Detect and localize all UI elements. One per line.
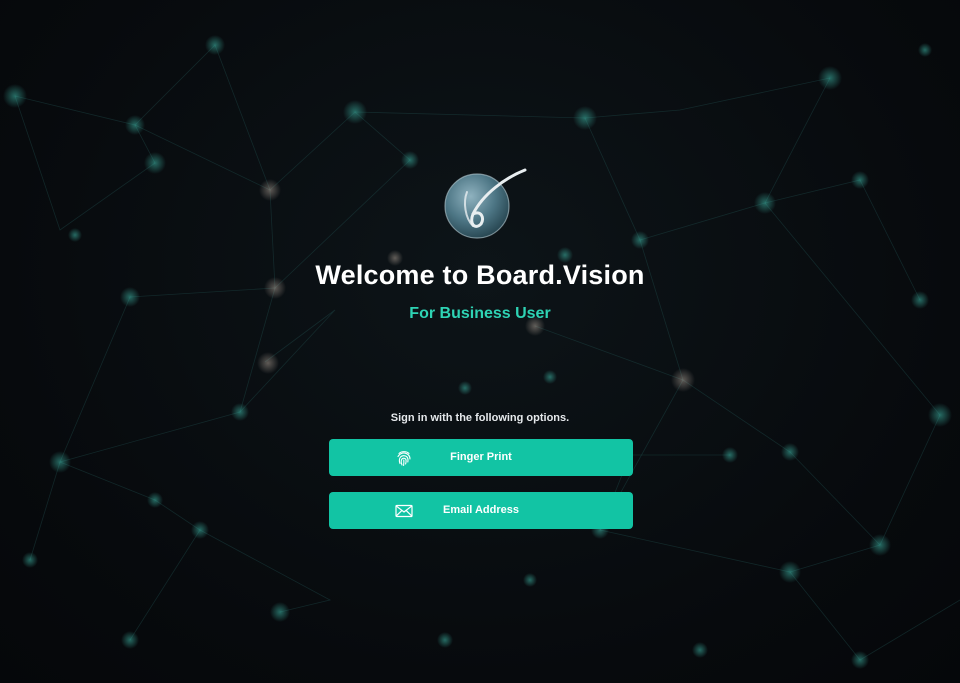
email-signin-label: Email Address [442, 504, 519, 516]
email-signin-button[interactable]: Email Address [329, 492, 633, 529]
network-background [3, 35, 960, 669]
page-title: Welcome to Board.Vision [315, 260, 645, 290]
signin-hint: Sign in with the following options. [390, 412, 570, 424]
fingerprint-signin-label: Finger Print [450, 451, 512, 463]
page-subtitle: For Business User [409, 305, 551, 322]
fingerprint-signin-button[interactable]: Finger Print [329, 439, 633, 476]
login-page: Welcome to Board.Vision For Business Use… [0, 0, 960, 683]
board-vision-logo [444, 168, 527, 239]
